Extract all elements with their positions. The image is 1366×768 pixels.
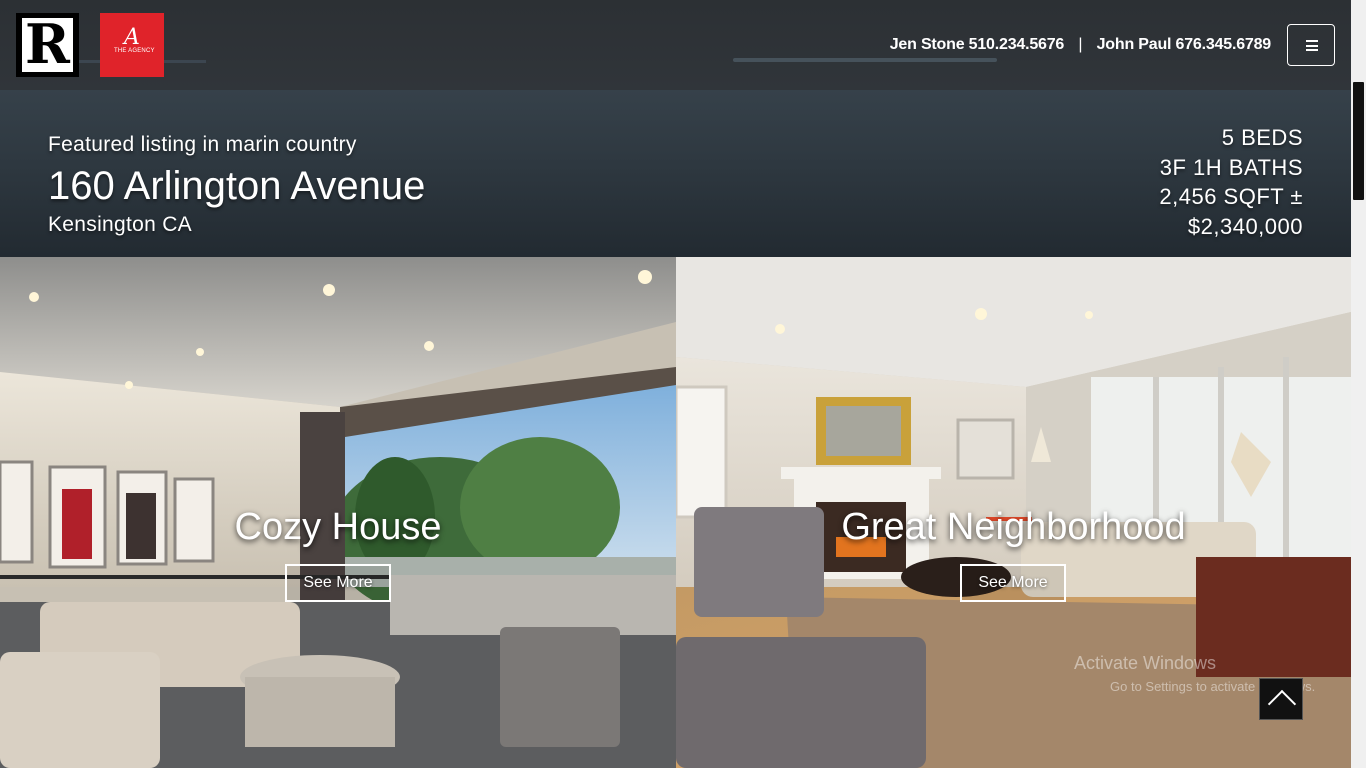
page: R A THE AGENCY Jen Stone 510.234.5676 | …	[0, 0, 1351, 768]
contact-separator: |	[1078, 36, 1083, 53]
agent-contacts: Jen Stone 510.234.5676 | John Paul 676.3…	[890, 35, 1271, 55]
listing-address: 160 Arlington Avenue	[48, 164, 426, 208]
realtor-r-icon: R	[25, 12, 70, 76]
listing-beds: 5 BEDS	[1221, 125, 1303, 150]
listing-sqft: 2,456 SQFT ±	[1159, 184, 1303, 209]
realtor-logo[interactable]: R	[16, 13, 79, 77]
scroll-to-top-button[interactable]	[1259, 678, 1303, 720]
see-more-button[interactable]: See More	[285, 564, 391, 602]
header-decoration	[733, 58, 997, 62]
photo-card-cozy-house[interactable]: Cozy House See More	[0, 257, 676, 768]
agent-phone[interactable]: 510.234.5676	[969, 36, 1065, 53]
hamburger-menu-icon	[1306, 40, 1318, 51]
agent-phone[interactable]: 676.345.6789	[1176, 36, 1272, 53]
listing-price: $2,340,000	[1187, 213, 1303, 239]
menu-button[interactable]	[1287, 24, 1335, 66]
agency-logo-text: THE AGENCY	[114, 48, 155, 54]
site-header: R A THE AGENCY Jen Stone 510.234.5676 | …	[0, 0, 1351, 90]
see-more-button[interactable]: See More	[960, 564, 1066, 602]
listing-kicker: Featured listing in marin country	[48, 133, 357, 156]
scrollbar-thumb[interactable]	[1353, 82, 1364, 200]
featured-listing-banner: Featured listing in marin country 160 Ar…	[0, 90, 1351, 257]
agent-name: Jen Stone	[889, 36, 965, 53]
listing-baths: 3F 1H BATHS	[1159, 154, 1303, 180]
agent-name: John Paul	[1096, 36, 1172, 53]
chevron-up-icon	[1267, 689, 1297, 719]
windows-activation-watermark: Activate Windows Go to Settings to activ…	[1074, 652, 1315, 694]
watermark-title: Activate Windows	[1074, 653, 1217, 673]
card-title: Cozy House	[234, 506, 442, 548]
the-agency-logo[interactable]: A THE AGENCY	[100, 13, 164, 77]
page-scrollbar[interactable]	[1351, 0, 1366, 768]
agency-a-icon: A	[124, 25, 140, 50]
listing-city: Kensington CA	[48, 213, 192, 236]
card-title: Great Neighborhood	[841, 506, 1186, 548]
listing-specs: 5 BEDS 3F 1H BATHS 2,456 SQFT ± $2,340,0…	[1159, 123, 1303, 241]
